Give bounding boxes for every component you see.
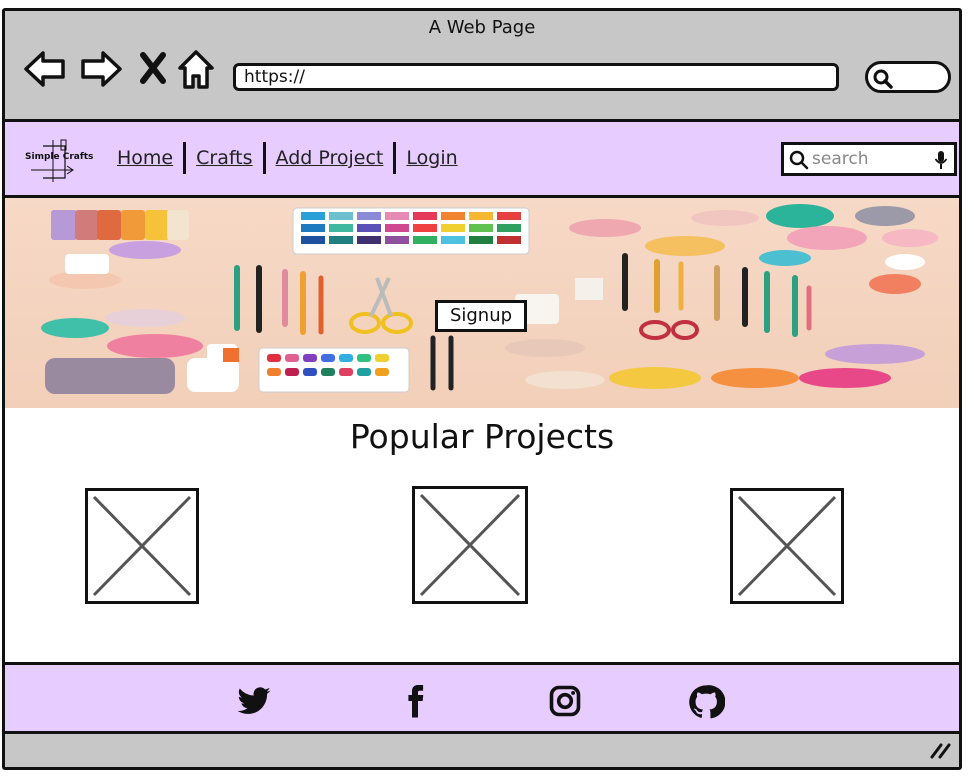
search-icon: [789, 150, 809, 170]
image-placeholder-icon: [419, 493, 521, 597]
image-placeholder-icon: [737, 495, 837, 597]
site-footer: [5, 662, 959, 734]
image-placeholder-icon: [92, 495, 192, 597]
facebook-icon[interactable]: [397, 683, 433, 719]
main-nav: Home Crafts Add Project Login: [109, 142, 466, 174]
nav-add-project-link[interactable]: Add Project: [268, 142, 392, 174]
nav-home-link[interactable]: Home: [109, 142, 181, 174]
site-logo[interactable]: Simple Crafts: [23, 136, 93, 186]
popular-projects-heading: Popular Projects: [349, 417, 615, 456]
browser-search-field[interactable]: [865, 61, 951, 93]
nav-login-link[interactable]: Login: [398, 142, 465, 174]
twitter-icon[interactable]: [235, 683, 271, 719]
project-image-placeholder[interactable]: [730, 488, 844, 604]
project-image-placeholder[interactable]: [412, 486, 528, 604]
logo-text: Simple Crafts: [25, 152, 94, 162]
site-search-input[interactable]: search: [781, 142, 957, 176]
nav-crafts-link[interactable]: Crafts: [188, 142, 260, 174]
nav-divider: [183, 142, 187, 174]
search-icon: [873, 69, 893, 89]
microphone-icon[interactable]: [934, 150, 948, 170]
nav-divider: [393, 142, 397, 174]
web-page: Simple Crafts Home Crafts Add Project Lo…: [5, 119, 959, 734]
nav-divider: [262, 142, 266, 174]
url-input[interactable]: https://: [233, 63, 839, 91]
instagram-icon[interactable]: [547, 683, 583, 719]
window-title: A Web Page: [428, 17, 536, 38]
stop-x-icon[interactable]: [139, 51, 167, 89]
home-icon[interactable]: [177, 49, 215, 95]
github-icon[interactable]: [687, 683, 726, 719]
resize-handle-icon[interactable]: [929, 741, 953, 763]
site-header: Simple Crafts Home Crafts Add Project Lo…: [5, 122, 959, 198]
project-image-placeholder[interactable]: [85, 488, 199, 604]
back-arrow-icon[interactable]: [23, 49, 67, 93]
forward-arrow-icon[interactable]: [79, 49, 123, 93]
search-placeholder: search: [812, 149, 869, 169]
hero-image: Signup: [5, 198, 959, 408]
browser-window: A Web Page https:// Simple Crafts Home C…: [2, 8, 962, 770]
signup-button[interactable]: Signup: [435, 300, 527, 332]
